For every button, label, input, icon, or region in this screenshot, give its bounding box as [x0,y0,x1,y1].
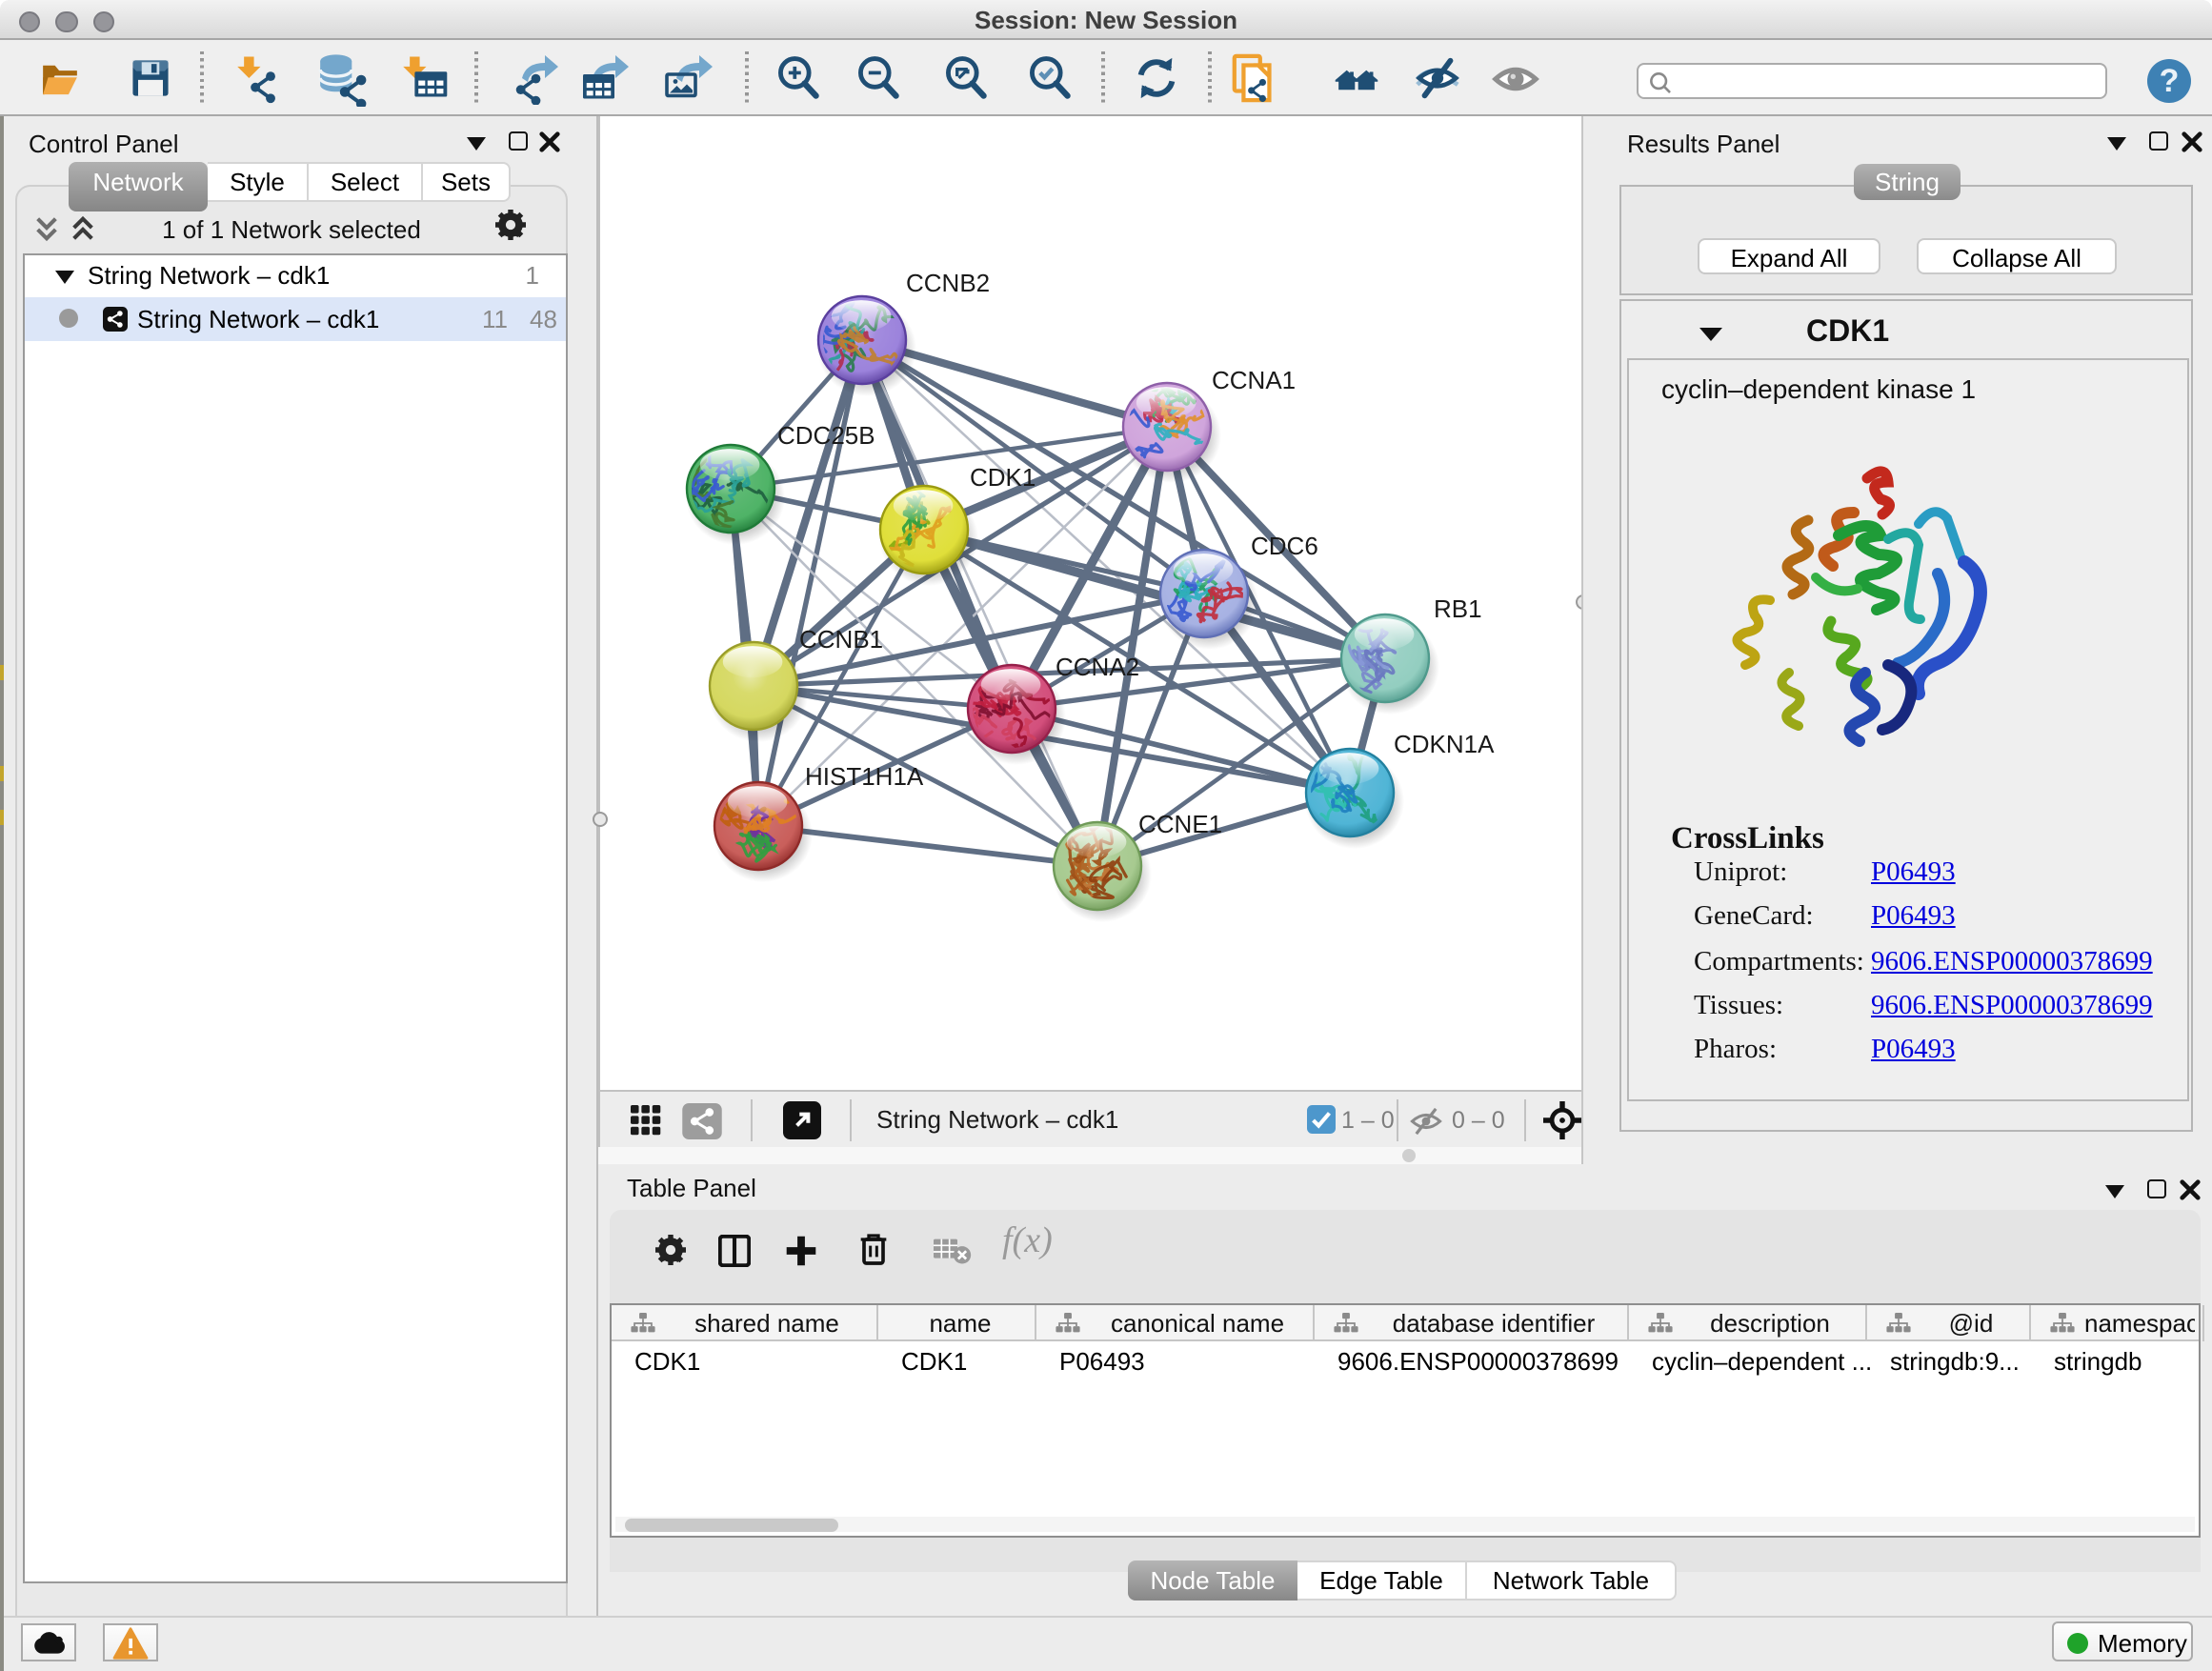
svg-text:CCNA2: CCNA2 [1056,653,1139,681]
svg-text:HIST1H1A: HIST1H1A [805,762,924,791]
svg-text:RB1: RB1 [1434,594,1482,623]
svg-text:CDC25B: CDC25B [777,421,875,450]
svg-text:CDKN1A: CDKN1A [1394,730,1495,758]
svg-text:CCNB1: CCNB1 [799,625,883,654]
svg-text:CDC6: CDC6 [1251,532,1318,560]
svg-text:CCNA1: CCNA1 [1212,366,1296,394]
svg-text:CCNB2: CCNB2 [906,269,990,297]
svg-text:CDK1: CDK1 [970,463,1036,492]
svg-text:CCNE1: CCNE1 [1138,810,1222,838]
